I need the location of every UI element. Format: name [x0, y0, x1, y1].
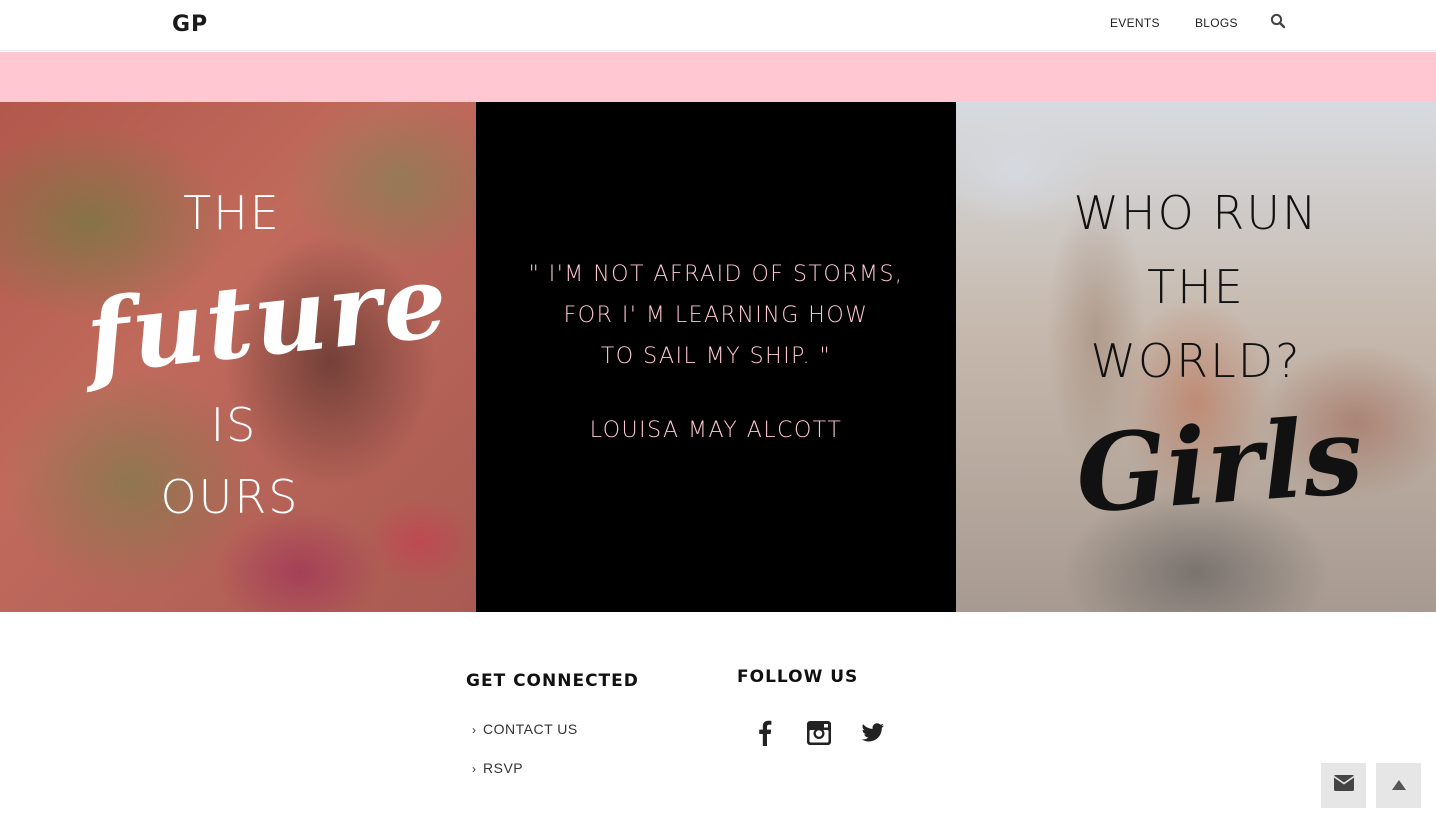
facebook-icon[interactable] — [750, 718, 780, 748]
rsvp-label: RSVP — [483, 760, 524, 776]
panel-right-script-girls: Girls — [1071, 392, 1367, 537]
panel-right-line-world: WORLD? — [1090, 334, 1302, 388]
site-header: GP EVENTS BLOGS — [0, 0, 1436, 51]
rsvp-link[interactable]: › RSVP — [472, 760, 523, 776]
nav-events-link[interactable]: EVENTS — [1110, 16, 1160, 30]
contact-us-link[interactable]: › CONTACT US — [472, 721, 578, 737]
follow-us-heading: FOLLOW US — [737, 667, 859, 687]
panel-left-line-is: IS — [210, 398, 258, 452]
contact-us-label: CONTACT US — [483, 721, 578, 737]
twitter-icon[interactable] — [858, 718, 888, 748]
who-run-the-world-panel: WHO RUN THE WORLD? Girls — [956, 102, 1436, 612]
nav-blogs-link[interactable]: BLOGS — [1195, 16, 1238, 30]
panel-left-line-the: THE — [183, 186, 281, 240]
chevron-up-icon — [1391, 777, 1406, 795]
chevron-right-icon: › — [472, 762, 477, 776]
quote-panel: " I'M NOT AFRAID OF STORMS, FOR I' M LEA… — [476, 102, 956, 612]
panel-right-line-the: THE — [1147, 260, 1245, 314]
panel-right-line-who-run: WHO RUN — [1073, 186, 1319, 240]
scroll-to-top-button[interactable] — [1376, 763, 1421, 808]
future-is-ours-panel: THE future IS OURS — [0, 102, 476, 612]
chevron-right-icon: › — [472, 723, 477, 737]
quote-line-3: TO SAIL MY SHIP. " — [600, 344, 832, 369]
instagram-icon[interactable] — [804, 718, 834, 748]
get-connected-heading: GET CONNECTED — [466, 671, 639, 691]
quote-line-2: FOR I' M LEARNING HOW — [563, 303, 869, 328]
quote-line-1: " I'M NOT AFRAID OF STORMS, — [528, 262, 904, 287]
panel-left-script-future: future — [80, 241, 455, 397]
search-icon[interactable] — [1270, 13, 1288, 31]
pink-band — [0, 52, 1436, 102]
panel-left-line-ours: OURS — [160, 470, 300, 524]
contact-mail-button[interactable] — [1321, 763, 1366, 808]
site-logo[interactable]: GP — [172, 12, 208, 37]
quote-text: " I'M NOT AFRAID OF STORMS, FOR I' M LEA… — [476, 254, 956, 377]
quote-author: LOUISA MAY ALCOTT — [589, 418, 843, 443]
envelope-icon — [1333, 775, 1354, 796]
